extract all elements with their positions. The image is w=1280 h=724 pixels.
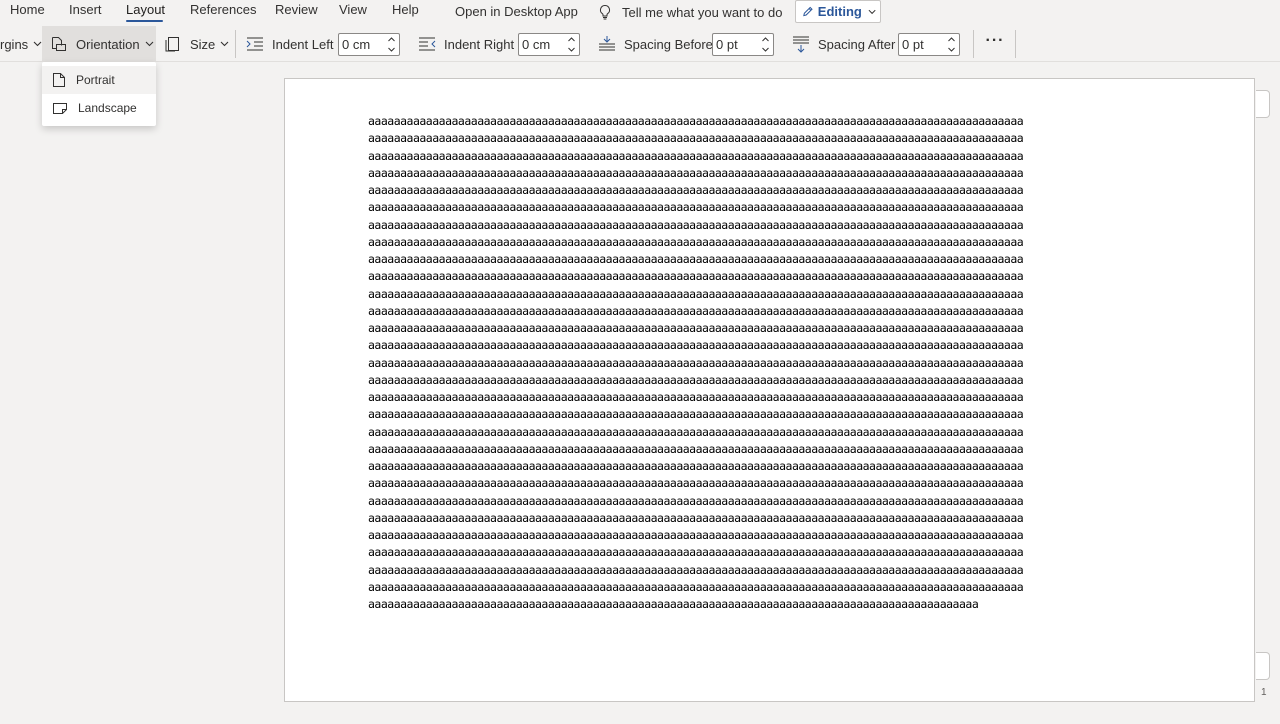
spacing-after-input[interactable]: 0 pt	[898, 33, 960, 56]
chevron-down-icon	[145, 41, 153, 47]
size-button[interactable]: Size	[164, 26, 230, 62]
page-number: 1	[1261, 687, 1267, 698]
tab-help[interactable]: Help	[392, 2, 419, 17]
page-size-icon	[165, 37, 179, 52]
document-line: aaaaaaaaaaaaaaaaaaaaaaaaaaaaaaaaaaaaaaaa…	[368, 390, 1024, 404]
document-line: aaaaaaaaaaaaaaaaaaaaaaaaaaaaaaaaaaaaaaaa…	[368, 131, 1024, 146]
chevron-down-icon	[33, 41, 42, 47]
document-line: aaaaaaaaaaaaaaaaaaaaaaaaaaaaaaaaaaaaaaaa…	[368, 528, 1024, 542]
document-line: aaaaaaaaaaaaaaaaaaaaaaaaaaaaaaaaaaaaaaaa…	[368, 545, 1024, 560]
margins-label: rgins	[0, 36, 29, 52]
document-line: aaaaaaaaaaaaaaaaaaaaaaaaaaaaaaaaaaaaaaaa…	[368, 286, 1024, 301]
tell-me-label: Tell me what you want to do	[622, 4, 783, 20]
document-line: aaaaaaaaaaaaaaaaaaaaaaaaaaaaaaaaaaaaaaaa…	[368, 372, 1024, 387]
document-line: aaaaaaaaaaaaaaaaaaaaaaaaaaaaaaaaaaaaaaaa…	[368, 476, 1024, 491]
document-line: aaaaaaaaaaaaaaaaaaaaaaaaaaaaaaaaaaaaaaaa…	[368, 321, 1024, 335]
spinner-arrows-icon[interactable]	[947, 35, 956, 54]
tab-view[interactable]: View	[339, 2, 367, 17]
document-line: aaaaaaaaaaaaaaaaaaaaaaaaaaaaaaaaaaaaaaaa…	[368, 562, 1024, 577]
side-panel-tab-bottom[interactable]	[1256, 652, 1270, 680]
more-options-button[interactable]: ···	[984, 33, 1006, 54]
tab-review[interactable]: Review	[275, 2, 318, 17]
orientation-button[interactable]: Orientation	[42, 26, 156, 62]
document-line: aaaaaaaaaaaaaaaaaaaaaaaaaaaaaaaaaaaaaaaa…	[368, 424, 1024, 439]
pencil-icon	[803, 6, 813, 17]
document-line: aaaaaaaaaaaaaaaaaaaaaaaaaaaaaaaaaaaaaaaa…	[368, 407, 1024, 422]
document-line: aaaaaaaaaaaaaaaaaaaaaaaaaaaaaaaaaaaaaaaa…	[368, 269, 1024, 284]
spinner-arrows-icon[interactable]	[761, 35, 770, 54]
document-line: aaaaaaaaaaaaaaaaaaaaaaaaaaaaaaaaaaaaaaaa…	[368, 165, 1024, 180]
indent-left-group: Indent Left	[246, 26, 333, 62]
spacing-before-label: Spacing Before	[624, 36, 713, 52]
tab-references[interactable]: References	[190, 2, 256, 17]
indent-right-icon	[419, 37, 436, 51]
indent-right-input[interactable]: 0 cm	[518, 33, 580, 56]
document-line: aaaaaaaaaaaaaaaaaaaaaaaaaaaaaaaaaaaaaaaa…	[368, 493, 1024, 508]
portrait-icon	[53, 73, 65, 87]
ribbon-divider	[1015, 30, 1016, 58]
spacing-after-group: Spacing After	[792, 26, 895, 62]
spinner-arrows-icon[interactable]	[567, 35, 576, 54]
orientation-dropdown: Portrait Landscape	[42, 62, 156, 126]
chevron-down-icon	[868, 9, 876, 14]
tab-layout[interactable]: Layout	[126, 2, 165, 17]
orientation-label: Orientation	[76, 36, 140, 52]
ribbon-divider	[973, 30, 974, 58]
document-line: aaaaaaaaaaaaaaaaaaaaaaaaaaaaaaaaaaaaaaaa…	[368, 114, 1024, 128]
indent-right-group: Indent Right	[418, 26, 514, 62]
lightbulb-icon	[599, 4, 611, 20]
active-tab-indicator	[126, 20, 163, 22]
open-desktop-app-button[interactable]: Open in Desktop App	[455, 4, 578, 19]
indent-left-value: 0 cm	[342, 37, 371, 52]
document-line: aaaaaaaaaaaaaaaaaaaaaaaaaaaaaaaaaaaaaaaa…	[368, 183, 1024, 197]
document-line: aaaaaaaaaaaaaaaaaaaaaaaaaaaaaaaaaaaaaaaa…	[368, 200, 1024, 215]
side-panel-tab-top[interactable]	[1256, 90, 1270, 118]
document-line: aaaaaaaaaaaaaaaaaaaaaaaaaaaaaaaaaaaaaaaa…	[368, 579, 1024, 594]
landscape-option[interactable]: Landscape	[42, 94, 156, 122]
orientation-icon	[52, 37, 66, 51]
landscape-icon	[53, 103, 67, 114]
portrait-option[interactable]: Portrait	[42, 66, 156, 94]
landscape-label: Landscape	[78, 101, 137, 115]
spacing-before-icon	[599, 36, 615, 51]
portrait-label: Portrait	[76, 73, 115, 87]
document-line: aaaaaaaaaaaaaaaaaaaaaaaaaaaaaaaaaaaaaaaa…	[368, 217, 1024, 232]
document-body[interactable]: aaaaaaaaaaaaaaaaaaaaaaaaaaaaaaaaaaaaaaaa…	[368, 113, 1178, 613]
indent-right-label: Indent Right	[444, 36, 515, 52]
tab-home[interactable]: Home	[10, 2, 45, 17]
document-line: aaaaaaaaaaaaaaaaaaaaaaaaaaaaaaaaaaaaaaaa…	[368, 252, 1024, 266]
document-line: aaaaaaaaaaaaaaaaaaaaaaaaaaaaaaaaaaaaaaaa…	[368, 510, 1024, 525]
tab-insert[interactable]: Insert	[69, 2, 102, 17]
margins-button[interactable]: rgins	[0, 26, 42, 62]
spacing-after-label: Spacing After	[818, 36, 896, 52]
document-line: aaaaaaaaaaaaaaaaaaaaaaaaaaaaaaaaaaaaaaaa…	[368, 303, 1024, 318]
indent-left-label: Indent Left	[272, 36, 334, 52]
indent-left-input[interactable]: 0 cm	[338, 33, 400, 56]
document-line: aaaaaaaaaaaaaaaaaaaaaaaaaaaaaaaaaaaaaaaa…	[368, 597, 979, 611]
size-label: Size	[190, 36, 216, 52]
editing-mode-button[interactable]: Editing	[795, 0, 881, 23]
ribbon-divider	[235, 30, 236, 58]
editing-label: Editing	[817, 4, 862, 19]
chevron-down-icon	[220, 41, 229, 47]
document-line: aaaaaaaaaaaaaaaaaaaaaaaaaaaaaaaaaaaaaaaa…	[368, 441, 1024, 456]
document-page[interactable]: aaaaaaaaaaaaaaaaaaaaaaaaaaaaaaaaaaaaaaaa…	[284, 78, 1255, 702]
document-line: aaaaaaaaaaaaaaaaaaaaaaaaaaaaaaaaaaaaaaaa…	[368, 338, 1024, 353]
document-line: aaaaaaaaaaaaaaaaaaaaaaaaaaaaaaaaaaaaaaaa…	[368, 355, 1024, 370]
spacing-after-value: 0 pt	[902, 37, 924, 52]
spacing-before-group: Spacing Before	[598, 26, 713, 62]
indent-right-value: 0 cm	[522, 37, 551, 52]
spinner-arrows-icon[interactable]	[387, 35, 396, 54]
document-line: aaaaaaaaaaaaaaaaaaaaaaaaaaaaaaaaaaaaaaaa…	[368, 459, 1024, 473]
menu-bar: Home Insert Layout References Review Vie…	[0, 0, 1280, 24]
spacing-after-icon	[793, 36, 809, 53]
spacing-before-input[interactable]: 0 pt	[712, 33, 774, 56]
spacing-before-value: 0 pt	[716, 37, 738, 52]
indent-left-icon	[246, 37, 263, 51]
document-line: aaaaaaaaaaaaaaaaaaaaaaaaaaaaaaaaaaaaaaaa…	[368, 234, 1024, 249]
layout-ribbon: rgins Orientation Size Indent Left 0 cm	[0, 26, 1280, 62]
tell-me-search[interactable]: Tell me what you want to do	[598, 2, 782, 22]
document-line: aaaaaaaaaaaaaaaaaaaaaaaaaaaaaaaaaaaaaaaa…	[368, 148, 1024, 163]
